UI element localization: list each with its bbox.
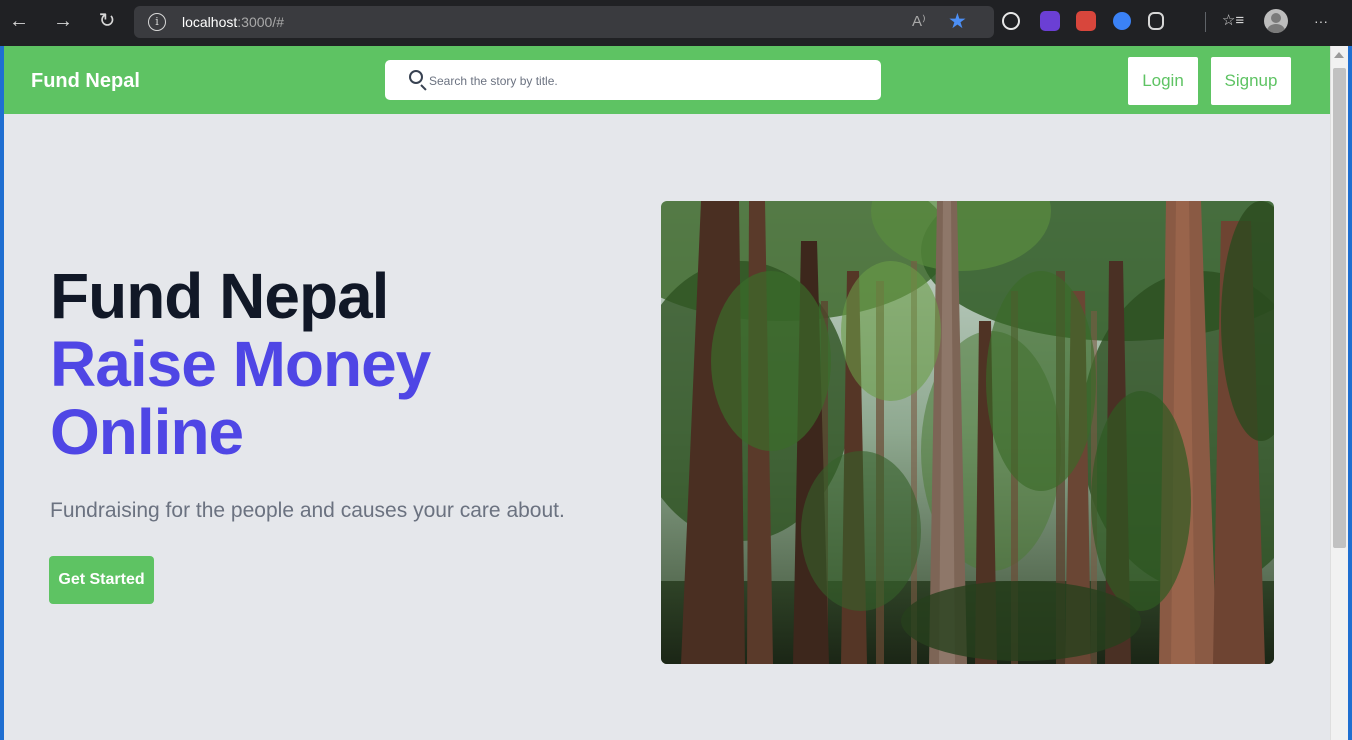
read-aloud-icon[interactable]: A⁾ [912,12,926,30]
forest-illustration [661,201,1274,664]
url-host: localhost [182,14,238,30]
toolbar-divider [1205,12,1206,32]
browser-toolbar: ← → ↻ i localhost:3000/# A⁾ ★ ☆≡ ··· [0,0,1352,46]
info-icon[interactable]: i [148,13,166,31]
url-text[interactable]: localhost:3000/# [182,14,284,30]
scroll-up-arrow-icon[interactable] [1334,52,1344,58]
extension-red-icon[interactable] [1076,11,1096,31]
hero-forest-image [661,201,1274,664]
login-button[interactable]: Login [1128,57,1198,105]
profile-icon[interactable] [1264,9,1288,33]
window-left-border [0,46,4,740]
search-icon [409,70,423,84]
extension-check-icon[interactable] [1002,12,1020,30]
get-started-button[interactable]: Get Started [49,556,154,604]
scrollbar-thumb[interactable] [1333,68,1346,548]
extension-blue-icon[interactable] [1113,12,1131,30]
more-icon[interactable]: ··· [1308,8,1334,34]
window-right-border [1348,46,1352,740]
favorite-star-icon[interactable]: ★ [948,9,967,34]
hero-subtitle: Fundraising for the people and causes yo… [50,499,565,522]
hero-title-line1: Fund Nepal [50,260,389,332]
hero-title-line3: Online [50,396,244,468]
hero-title: Fund Nepal Raise Money Online [50,260,431,468]
search-input[interactable] [429,71,859,91]
hero-title-line2: Raise Money [50,328,431,400]
extension-purple-icon[interactable] [1040,11,1060,31]
refresh-icon[interactable]: ↻ [94,8,120,34]
favorites-icon[interactable]: ☆≡ [1220,8,1246,34]
extensions-puzzle-icon[interactable] [1148,12,1164,30]
brand-logo[interactable]: Fund Nepal [31,70,140,93]
signup-button[interactable]: Signup [1211,57,1291,105]
app-navbar: Fund Nepal Login Signup [4,46,1330,114]
forward-icon[interactable]: → [50,8,76,34]
back-icon[interactable]: ← [6,8,32,34]
url-path: :3000/# [237,14,284,30]
address-bar[interactable]: i localhost:3000/# A⁾ ★ [134,6,994,38]
search-box[interactable] [385,60,881,100]
